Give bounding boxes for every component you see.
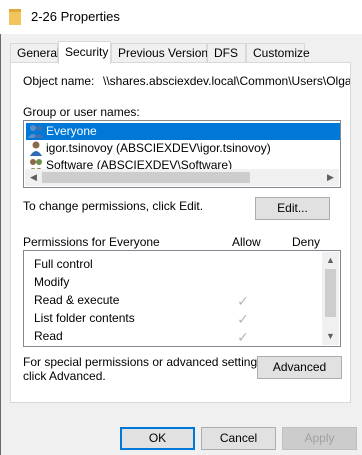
object-name-label: Object name: [23, 74, 95, 88]
security-panel: Object name: \\shares.absciexdev.local\C… [10, 62, 351, 403]
list-item-label: Everyone [46, 124, 97, 138]
allow-check-icon: ✓ [237, 329, 249, 345]
list-item-label: igor.tsinovoy (ABSCIEXDEV\igor.tsinovoy) [46, 141, 271, 155]
tab-previous-versions[interactable]: Previous Versions [111, 43, 214, 63]
permission-row: List folder contents [34, 309, 135, 327]
scroll-down-icon[interactable]: ▼ [322, 328, 339, 345]
object-name-value: \\shares.absciexdev.local\Common\Users\O… [103, 74, 350, 88]
tab-general[interactable]: General [10, 43, 60, 63]
tab-dfs[interactable]: DFS [207, 43, 246, 63]
permission-row: Read [34, 327, 63, 345]
permission-row: Read & execute [34, 291, 119, 309]
scroll-up-icon[interactable]: ▲ [322, 252, 339, 269]
permission-row: Full control [34, 255, 93, 273]
tab-security[interactable]: Security [58, 41, 111, 64]
edit-button[interactable]: Edit... [255, 197, 330, 220]
apply-button[interactable]: Apply [282, 427, 357, 450]
cancel-button[interactable]: Cancel [201, 427, 276, 450]
list-item[interactable]: Everyone [26, 123, 340, 140]
permission-label: Modify [34, 275, 70, 289]
deny-header: Deny [292, 235, 321, 249]
permission-label: Full control [34, 257, 93, 271]
title-bar: 2-26 Properties [0, 0, 362, 34]
vertical-scrollbar[interactable]: ▲ ▼ [322, 252, 339, 345]
horizontal-scrollbar[interactable]: ◀ ▶ [25, 169, 339, 186]
list-item[interactable]: igor.tsinovoy (ABSCIEXDEV\igor.tsinovoy) [26, 140, 340, 157]
allow-check-icon: ✓ [237, 311, 249, 327]
group-user-list[interactable]: Everyone igor.tsinovoy (ABSCIEXDEV\igor.… [23, 120, 341, 188]
window-title: 2-26 Properties [31, 9, 120, 24]
folder-icon [9, 9, 21, 25]
scroll-thumb[interactable] [325, 269, 336, 317]
ok-button[interactable]: OK [120, 427, 195, 450]
permissions-list[interactable]: Full control Modify Read & execute List … [23, 250, 341, 347]
allow-check-icon: ✓ [237, 293, 249, 309]
tab-customize[interactable]: Customize [246, 43, 310, 63]
advanced-button[interactable]: Advanced [257, 356, 342, 379]
permission-label: Read [34, 329, 63, 343]
special-permissions-text-2: click Advanced. [23, 369, 106, 383]
permission-label: List folder contents [34, 311, 135, 325]
special-permissions-text: For special permissions or advanced sett… [23, 355, 267, 369]
permission-row: Modify [34, 273, 69, 291]
scroll-thumb[interactable] [42, 172, 250, 183]
scroll-right-icon[interactable]: ▶ [322, 169, 339, 186]
group-icon [28, 125, 44, 138]
permission-label: Read & execute [34, 293, 120, 307]
scroll-left-icon[interactable]: ◀ [25, 169, 42, 186]
group-names-label: Group or user names: [23, 105, 140, 119]
allow-header: Allow [232, 235, 261, 249]
user-icon [30, 141, 42, 156]
permissions-header: Permissions for Everyone [23, 235, 160, 249]
change-permissions-text: To change permissions, click Edit. [23, 199, 204, 213]
